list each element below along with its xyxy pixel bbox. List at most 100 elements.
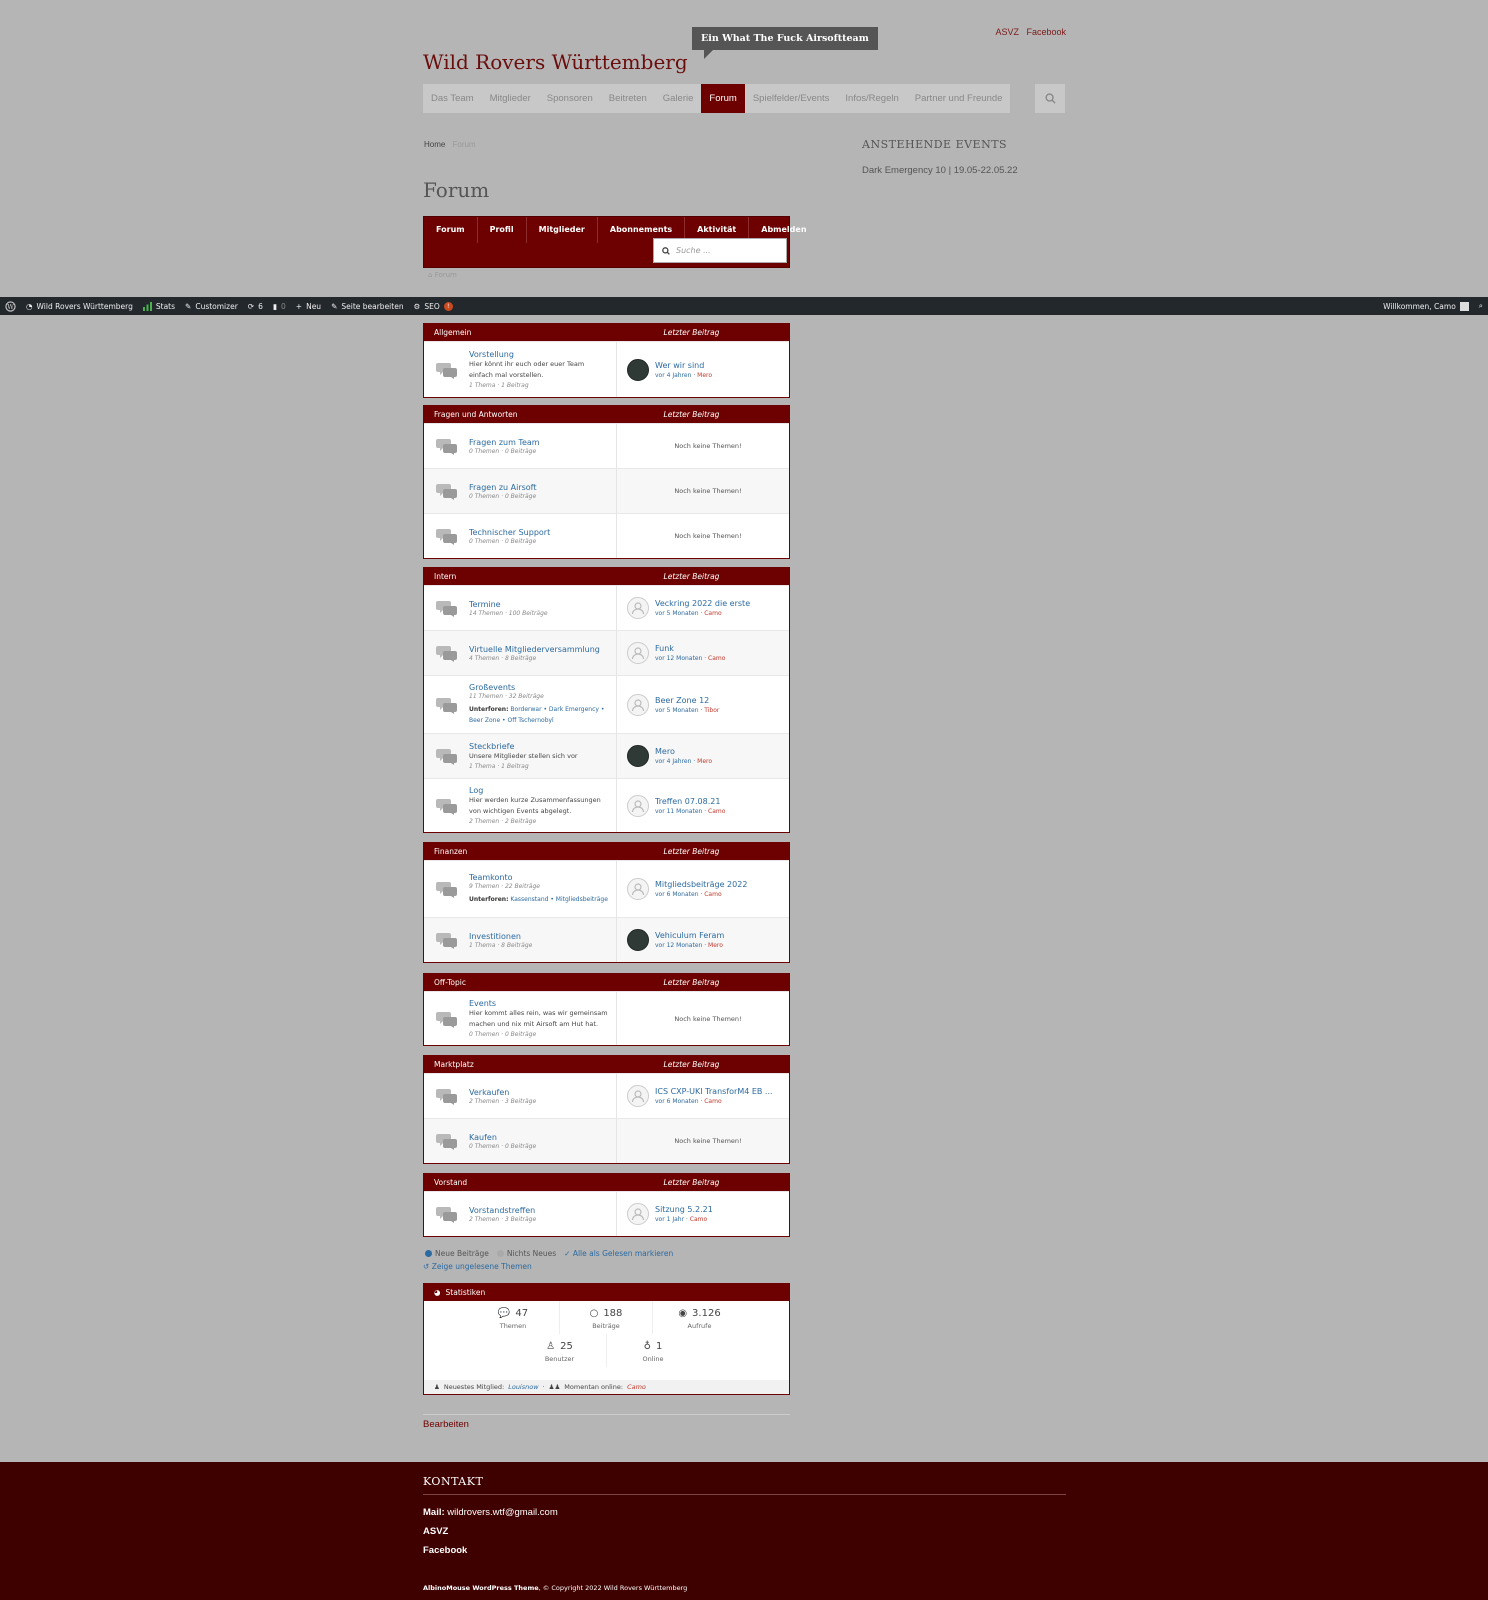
last-post-title-link[interactable]: Sitzung 5.2.21 <box>655 1205 713 1214</box>
last-post-author[interactable]: Camo <box>704 1098 721 1105</box>
footer-asvz-link[interactable]: ASVZ <box>423 1526 448 1537</box>
adminbar-site[interactable]: ◔ Wild Rovers Württemberg <box>21 302 138 311</box>
avatar[interactable] <box>627 745 649 767</box>
last-post-author[interactable]: Camo <box>704 891 721 898</box>
last-post-time[interactable]: vor 4 Jahren <box>655 372 691 379</box>
footer-facebook-link[interactable]: Facebook <box>423 1545 467 1556</box>
last-post-time[interactable]: vor 6 Monaten <box>655 1098 699 1105</box>
last-post-author[interactable]: Mero <box>708 942 723 949</box>
nav-item-spielfelder[interactable]: Spielfelder/Events <box>745 84 838 113</box>
header-search-button[interactable] <box>1035 84 1065 113</box>
forum-tab-forum[interactable]: Forum <box>424 217 478 243</box>
last-post-title-link[interactable]: Vehiculum Feram <box>655 931 724 940</box>
category-title[interactable]: Off-Topic <box>434 978 466 987</box>
breadcrumb-home[interactable]: Home <box>424 140 445 149</box>
avatar[interactable] <box>627 878 649 900</box>
category-title[interactable]: Finanzen <box>434 847 467 856</box>
show-unread-link[interactable]: ↺ Zeige ungelesene Themen <box>423 1262 532 1271</box>
last-post-time[interactable]: vor 4 Jahren <box>655 758 691 765</box>
last-post-author[interactable]: Camo <box>690 1216 707 1223</box>
forum-title-link[interactable]: Termine <box>469 600 608 609</box>
last-post-time[interactable]: vor 5 Monaten <box>655 610 699 617</box>
forum-search-input[interactable]: Suche ... <box>653 238 787 263</box>
mark-all-read-link[interactable]: ✓ Alle als Gelesen markieren <box>564 1249 673 1258</box>
adminbar-stats[interactable]: Stats <box>138 301 180 311</box>
nav-item-galerie[interactable]: Galerie <box>655 84 702 113</box>
site-title[interactable]: Wild Rovers Württemberg <box>423 50 688 74</box>
newest-member-link[interactable]: Louisnow <box>508 1383 538 1391</box>
subforum-links[interactable]: Kassenstand • Mitgliedsbeiträge <box>510 896 608 903</box>
last-post-author[interactable]: Mero <box>697 758 712 765</box>
home-icon[interactable]: ⌂ <box>428 271 432 279</box>
adminbar-account[interactable]: Willkommen, Camo <box>1378 301 1474 311</box>
forum-title-link[interactable]: Verkaufen <box>469 1088 608 1097</box>
avatar[interactable] <box>627 929 649 951</box>
nav-item-mitglieder[interactable]: Mitglieder <box>482 84 539 113</box>
nav-item-infos[interactable]: Infos/Regeln <box>837 84 906 113</box>
forum-title-link[interactable]: Investitionen <box>469 932 608 941</box>
category-title[interactable]: Fragen und Antworten <box>434 410 518 419</box>
adminbar-customizer[interactable]: ✎ Customizer <box>180 302 243 311</box>
last-post-title-link[interactable]: Mitgliedsbeiträge 2022 <box>655 880 747 889</box>
forum-tab-mitglieder[interactable]: Mitglieder <box>527 217 598 243</box>
forum-title-link[interactable]: Fragen zum Team <box>469 438 608 447</box>
forum-title-link[interactable]: Technischer Support <box>469 528 608 537</box>
last-post-time[interactable]: vor 6 Monaten <box>655 891 699 898</box>
avatar[interactable] <box>627 1085 649 1107</box>
last-post-time[interactable]: vor 12 Monaten <box>655 942 702 949</box>
category-title[interactable]: Marktplatz <box>434 1060 474 1069</box>
forum-title-link[interactable]: Events <box>469 999 608 1008</box>
forum-title-link[interactable]: Teamkonto <box>469 873 608 882</box>
last-post-time[interactable]: vor 12 Monaten <box>655 655 702 662</box>
top-link-asvz[interactable]: ASVZ <box>995 27 1019 37</box>
wordpress-logo-icon[interactable]: W <box>0 300 21 312</box>
top-link-facebook[interactable]: Facebook <box>1026 27 1066 37</box>
category-title[interactable]: Vorstand <box>434 1178 467 1187</box>
nav-item-das-team[interactable]: Das Team <box>423 84 482 113</box>
forum-title-link[interactable]: Log <box>469 786 608 795</box>
last-post-author[interactable]: Camo <box>704 610 721 617</box>
last-post-title-link[interactable]: ICS CXP-UKI TransforM4 EB ... <box>655 1087 773 1096</box>
last-post-time[interactable]: vor 5 Monaten <box>655 707 699 714</box>
last-post-title-link[interactable]: Beer Zone 12 <box>655 696 719 705</box>
last-post-author[interactable]: Camo <box>708 655 725 662</box>
adminbar-new[interactable]: + Neu <box>291 302 326 311</box>
avatar[interactable] <box>627 597 649 619</box>
last-post-author[interactable]: Camo <box>708 808 725 815</box>
forum-title-link[interactable]: Großevents <box>469 683 608 692</box>
forum-title-link[interactable]: Steckbriefe <box>469 742 608 751</box>
adminbar-seo[interactable]: ⚙ SEO! <box>409 301 458 311</box>
avatar[interactable] <box>627 642 649 664</box>
sidebar-event-link[interactable]: Dark Emergency 10 | 19.05-22.05.22 <box>862 165 1018 176</box>
forum-title-link[interactable]: Virtuelle Mitgliederversammlung <box>469 645 608 654</box>
last-post-title-link[interactable]: Mero <box>655 747 712 756</box>
avatar[interactable] <box>627 358 649 381</box>
last-post-title-link[interactable]: Veckring 2022 die erste <box>655 599 750 608</box>
forum-title-link[interactable]: Kaufen <box>469 1133 608 1142</box>
last-post-time[interactable]: vor 11 Monaten <box>655 808 702 815</box>
last-post-title-link[interactable]: Funk <box>655 644 725 653</box>
avatar[interactable] <box>627 794 649 817</box>
category-title[interactable]: Intern <box>434 572 456 581</box>
adminbar-edit-page[interactable]: ✎ Seite bearbeiten <box>326 302 409 311</box>
nav-item-sponsoren[interactable]: Sponsoren <box>539 84 601 113</box>
adminbar-search-icon[interactable]: ⌕ <box>1474 301 1488 311</box>
forum-title-link[interactable]: Fragen zu Airsoft <box>469 483 608 492</box>
last-post-author[interactable]: Mero <box>697 372 712 379</box>
nav-item-partner[interactable]: Partner und Freunde <box>907 84 1011 113</box>
nav-item-beitreten[interactable]: Beitreten <box>601 84 655 113</box>
last-post-author[interactable]: Tibor <box>704 707 719 714</box>
nav-item-forum[interactable]: Forum <box>701 84 745 113</box>
footer-mail-link[interactable]: wildrovers.wtf@gmail.com <box>447 1507 557 1518</box>
forum-breadcrumb-label[interactable]: Forum <box>435 271 457 279</box>
forum-title-link[interactable]: Vorstellung <box>469 350 608 359</box>
footer-theme-link[interactable]: AlbinoMouse WordPress Theme <box>423 1584 539 1592</box>
adminbar-updates[interactable]: ⟳ 6 <box>243 302 268 311</box>
edit-page-link[interactable]: Bearbeiten <box>423 1419 469 1430</box>
avatar[interactable] <box>627 693 649 716</box>
forum-title-link[interactable]: Vorstandstreffen <box>469 1206 608 1215</box>
last-post-time[interactable]: vor 1 Jahr <box>655 1216 684 1223</box>
adminbar-comments[interactable]: ▮ 0 <box>268 302 291 311</box>
forum-tab-profil[interactable]: Profil <box>478 217 527 243</box>
last-post-title-link[interactable]: Treffen 07.08.21 <box>655 797 725 806</box>
